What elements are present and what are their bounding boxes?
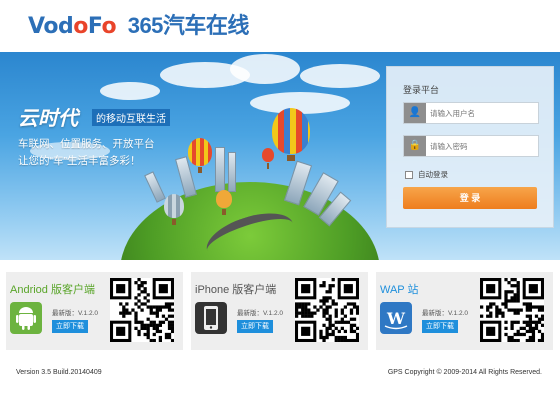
wap-icon: W [380,302,412,334]
building-illustration [215,147,225,192]
download-button[interactable]: 立即下载 [237,320,273,333]
cloud-decoration [100,82,160,100]
login-panel: 登录平台 👤 🔒 自动登录 登 录 [386,66,554,228]
android-client-card: Andriod 版客户端 最新版：V.1.2.0 立即下载 [6,272,183,350]
android-icon [10,302,42,334]
brand-part-f: F [87,14,102,39]
qr-code-image [480,278,544,342]
hot-air-balloon [216,190,232,215]
qr-code-image [110,278,174,342]
slogan-title: 云时代 [18,108,78,130]
iphone-icon [195,302,227,334]
hot-air-balloon [262,148,274,169]
slogan-line-2: 让您的“车”生活丰富多彩！ [18,155,141,167]
brand-part-o2: o [101,14,117,39]
brand-number: 365 [127,13,164,38]
download-button[interactable]: 立即下载 [52,320,88,333]
brand-part-vo: Vo [28,14,58,39]
auto-login-label: 自动登录 [418,170,448,179]
username-field: 👤 [403,102,539,124]
slogan-subtitle: 的移动互联生活 [92,109,170,126]
building-illustration [228,152,236,192]
version-label: 最新版：V.1.2.0 [52,310,99,317]
cloud-decoration [300,64,380,88]
version-label: 最新版：V.1.2.0 [422,310,469,317]
footer-version: Version 3.5 Build.20140409 [16,369,102,376]
card-title: Andriod 版客户端 [10,284,95,296]
cloud-decoration [230,54,300,84]
auto-login-checkbox[interactable] [405,170,413,179]
password-field: 🔒 [403,135,539,157]
hot-air-balloon [164,194,184,225]
card-title: iPhone 版客户端 [195,284,277,296]
svg-text:W: W [386,309,406,328]
header: VodoFo 365汽车在线 [0,0,560,52]
card-title: WAP 站 [380,284,419,296]
hot-air-balloon [272,108,310,161]
user-icon: 👤 [404,103,426,123]
brand-part-o: o [73,14,88,39]
footer-copyright: GPS Copyright © 2009-2014 All Rights Res… [387,369,542,376]
version-label: 最新版：V.1.2.0 [237,310,284,317]
wap-site-card: WAP 站 W 最新版：V.1.2.0 立即下载 [376,272,553,350]
building-illustration [144,171,166,203]
login-title: 登录平台 [403,85,440,95]
iphone-client-card: iPhone 版客户端 最新版：V.1.2.0 立即下载 [191,272,368,350]
download-button[interactable]: 立即下载 [422,320,458,333]
qr-code-image [295,278,359,342]
brand-part-d: d [57,14,74,39]
brand-name: VodoFo [28,13,122,39]
hot-air-balloon [188,138,212,173]
site-logo[interactable]: VodoFo 365汽车在线 [28,8,249,40]
lock-icon: 🔒 [404,136,426,156]
slogan-line-1: 车联网、位置服务、开放平台 [18,138,155,150]
username-input[interactable] [430,105,534,121]
login-button[interactable]: 登 录 [403,187,537,209]
password-input[interactable] [430,138,534,154]
auto-login-row[interactable]: 自动登录 [405,169,448,180]
brand-cn: 汽车在线 [162,13,250,38]
